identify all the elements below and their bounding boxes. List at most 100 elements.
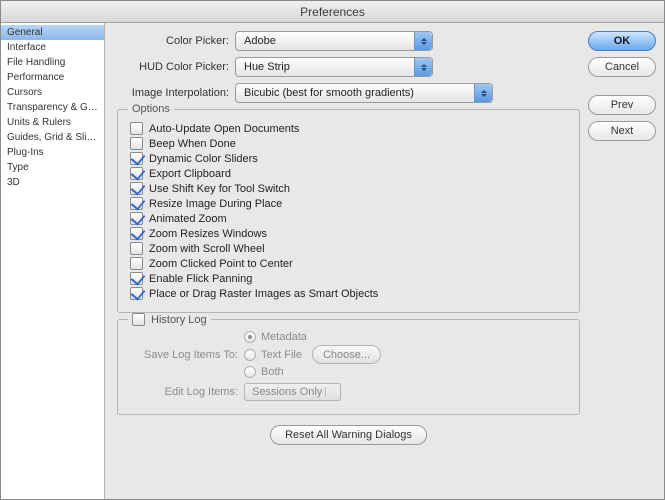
- reset-warnings-button[interactable]: Reset All Warning Dialogs: [270, 425, 427, 445]
- option-row: Zoom Resizes Windows: [130, 227, 567, 240]
- option-row: Dynamic Color Sliders: [130, 152, 567, 165]
- interpolation-select[interactable]: Bicubic (best for smooth gradients): [235, 83, 493, 103]
- option-checkbox[interactable]: [130, 122, 143, 135]
- option-row: Animated Zoom: [130, 212, 567, 225]
- edit-log-row: Edit Log Items: Sessions Only: [136, 383, 567, 401]
- radio-metadata[interactable]: [244, 331, 256, 343]
- option-checkbox[interactable]: [130, 212, 143, 225]
- radio-label: Both: [261, 366, 284, 378]
- dropdown-arrows-icon: [414, 58, 432, 76]
- radio-label: Text File: [261, 349, 302, 361]
- radio-row: Metadata: [244, 331, 381, 343]
- history-legend: History Log: [128, 313, 211, 326]
- option-row: Zoom Clicked Point to Center: [130, 257, 567, 270]
- history-inner: Save Log Items To: Metadata Text File Choo…: [130, 329, 567, 401]
- sidebar-item-file-handling[interactable]: File Handling: [1, 55, 104, 70]
- color-picker-select[interactable]: Adobe: [235, 31, 433, 51]
- option-label: Animated Zoom: [149, 213, 227, 225]
- sidebar-item-performance[interactable]: Performance: [1, 70, 104, 85]
- option-label: Beep When Done: [149, 138, 236, 150]
- option-checkbox[interactable]: [130, 152, 143, 165]
- option-label: Zoom Clicked Point to Center: [149, 258, 293, 270]
- sidebar-item-interface[interactable]: Interface: [1, 40, 104, 55]
- sidebar-item-plug-ins[interactable]: Plug-Ins: [1, 145, 104, 160]
- reset-row: Reset All Warning Dialogs: [117, 425, 580, 445]
- hud-picker-row: HUD Color Picker: Hue Strip: [117, 57, 580, 77]
- hud-picker-select[interactable]: Hue Strip: [235, 57, 433, 77]
- option-label: Place or Drag Raster Images as Smart Obj…: [149, 288, 378, 300]
- option-row: Place or Drag Raster Images as Smart Obj…: [130, 287, 567, 300]
- next-button[interactable]: Next: [588, 121, 656, 141]
- option-label: Resize Image During Place: [149, 198, 282, 210]
- option-checkbox[interactable]: [130, 197, 143, 210]
- dropdown-arrows-icon: [474, 84, 492, 102]
- interpolation-value: Bicubic (best for smooth gradients): [244, 87, 414, 99]
- option-row: Export Clipboard: [130, 167, 567, 180]
- cancel-button[interactable]: Cancel: [588, 57, 656, 77]
- sidebar-item-cursors[interactable]: Cursors: [1, 85, 104, 100]
- option-label: Zoom Resizes Windows: [149, 228, 267, 240]
- radio-group: Metadata Text File Choose... Both: [244, 329, 381, 380]
- interpolation-row: Image Interpolation: Bicubic (best for s…: [117, 83, 580, 103]
- color-picker-row: Color Picker: Adobe: [117, 31, 580, 51]
- sidebar: GeneralInterfaceFile HandlingPerformance…: [1, 23, 105, 499]
- option-checkbox[interactable]: [130, 137, 143, 150]
- interpolation-label: Image Interpolation:: [117, 87, 235, 99]
- sidebar-item-type[interactable]: Type: [1, 160, 104, 175]
- radio-label: Metadata: [261, 331, 307, 343]
- option-checkbox[interactable]: [130, 167, 143, 180]
- radio-text-file[interactable]: [244, 349, 256, 361]
- choose-button[interactable]: Choose...: [312, 345, 381, 364]
- option-row: Resize Image During Place: [130, 197, 567, 210]
- option-label: Zoom with Scroll Wheel: [149, 243, 265, 255]
- button-column: OK Cancel Prev Next: [580, 31, 656, 491]
- edit-log-select[interactable]: Sessions Only: [244, 383, 341, 401]
- window-body: GeneralInterfaceFile HandlingPerformance…: [1, 23, 664, 499]
- option-label: Auto-Update Open Documents: [149, 123, 299, 135]
- settings-column: Color Picker: Adobe HUD Color Picker: Hu…: [117, 31, 580, 491]
- sidebar-item-guides-grid-slices[interactable]: Guides, Grid & Slices: [1, 130, 104, 145]
- radio-row: Both: [244, 366, 381, 378]
- color-picker-label: Color Picker:: [117, 35, 235, 47]
- history-log-label: History Log: [151, 314, 207, 326]
- radio-both[interactable]: [244, 366, 256, 378]
- color-picker-value: Adobe: [244, 35, 276, 47]
- edit-log-value: Sessions Only: [252, 386, 322, 398]
- save-log-row: Save Log Items To: Metadata Text File Choo…: [136, 329, 567, 380]
- save-log-label: Save Log Items To:: [136, 349, 244, 361]
- radio-row: Text File Choose...: [244, 345, 381, 364]
- options-fieldset: Options Auto-Update Open DocumentsBeep W…: [117, 109, 580, 313]
- option-checkbox[interactable]: [130, 287, 143, 300]
- option-row: Auto-Update Open Documents: [130, 122, 567, 135]
- option-row: Enable Flick Panning: [130, 272, 567, 285]
- hud-picker-label: HUD Color Picker:: [117, 61, 235, 73]
- sidebar-item-transparency-gamut[interactable]: Transparency & Gamut: [1, 100, 104, 115]
- dropdown-arrows-icon: [414, 32, 432, 50]
- option-checkbox[interactable]: [130, 257, 143, 270]
- option-label: Use Shift Key for Tool Switch: [149, 183, 290, 195]
- sidebar-item-units-rulers[interactable]: Units & Rulers: [1, 115, 104, 130]
- ok-button[interactable]: OK: [588, 31, 656, 51]
- prev-button[interactable]: Prev: [588, 95, 656, 115]
- history-fieldset: History Log Save Log Items To: MetadataT…: [117, 319, 580, 415]
- edit-log-label: Edit Log Items:: [136, 386, 244, 398]
- main-panel: Color Picker: Adobe HUD Color Picker: Hu…: [105, 23, 664, 499]
- option-row: Use Shift Key for Tool Switch: [130, 182, 567, 195]
- option-row: Zoom with Scroll Wheel: [130, 242, 567, 255]
- option-checkbox[interactable]: [130, 182, 143, 195]
- option-checkbox[interactable]: [130, 272, 143, 285]
- sidebar-item-general[interactable]: General: [1, 25, 104, 40]
- option-label: Dynamic Color Sliders: [149, 153, 258, 165]
- hud-picker-value: Hue Strip: [244, 61, 290, 73]
- option-row: Beep When Done: [130, 137, 567, 150]
- options-legend: Options: [128, 103, 174, 115]
- history-log-checkbox[interactable]: [132, 313, 145, 326]
- preferences-window: Preferences GeneralInterfaceFile Handlin…: [0, 0, 665, 500]
- options-list: Auto-Update Open Documents Beep When Done…: [130, 122, 567, 300]
- sidebar-item-3d[interactable]: 3D: [1, 175, 104, 190]
- option-label: Export Clipboard: [149, 168, 231, 180]
- option-label: Enable Flick Panning: [149, 273, 252, 285]
- option-checkbox[interactable]: [130, 227, 143, 240]
- option-checkbox[interactable]: [130, 242, 143, 255]
- window-title: Preferences: [1, 1, 664, 23]
